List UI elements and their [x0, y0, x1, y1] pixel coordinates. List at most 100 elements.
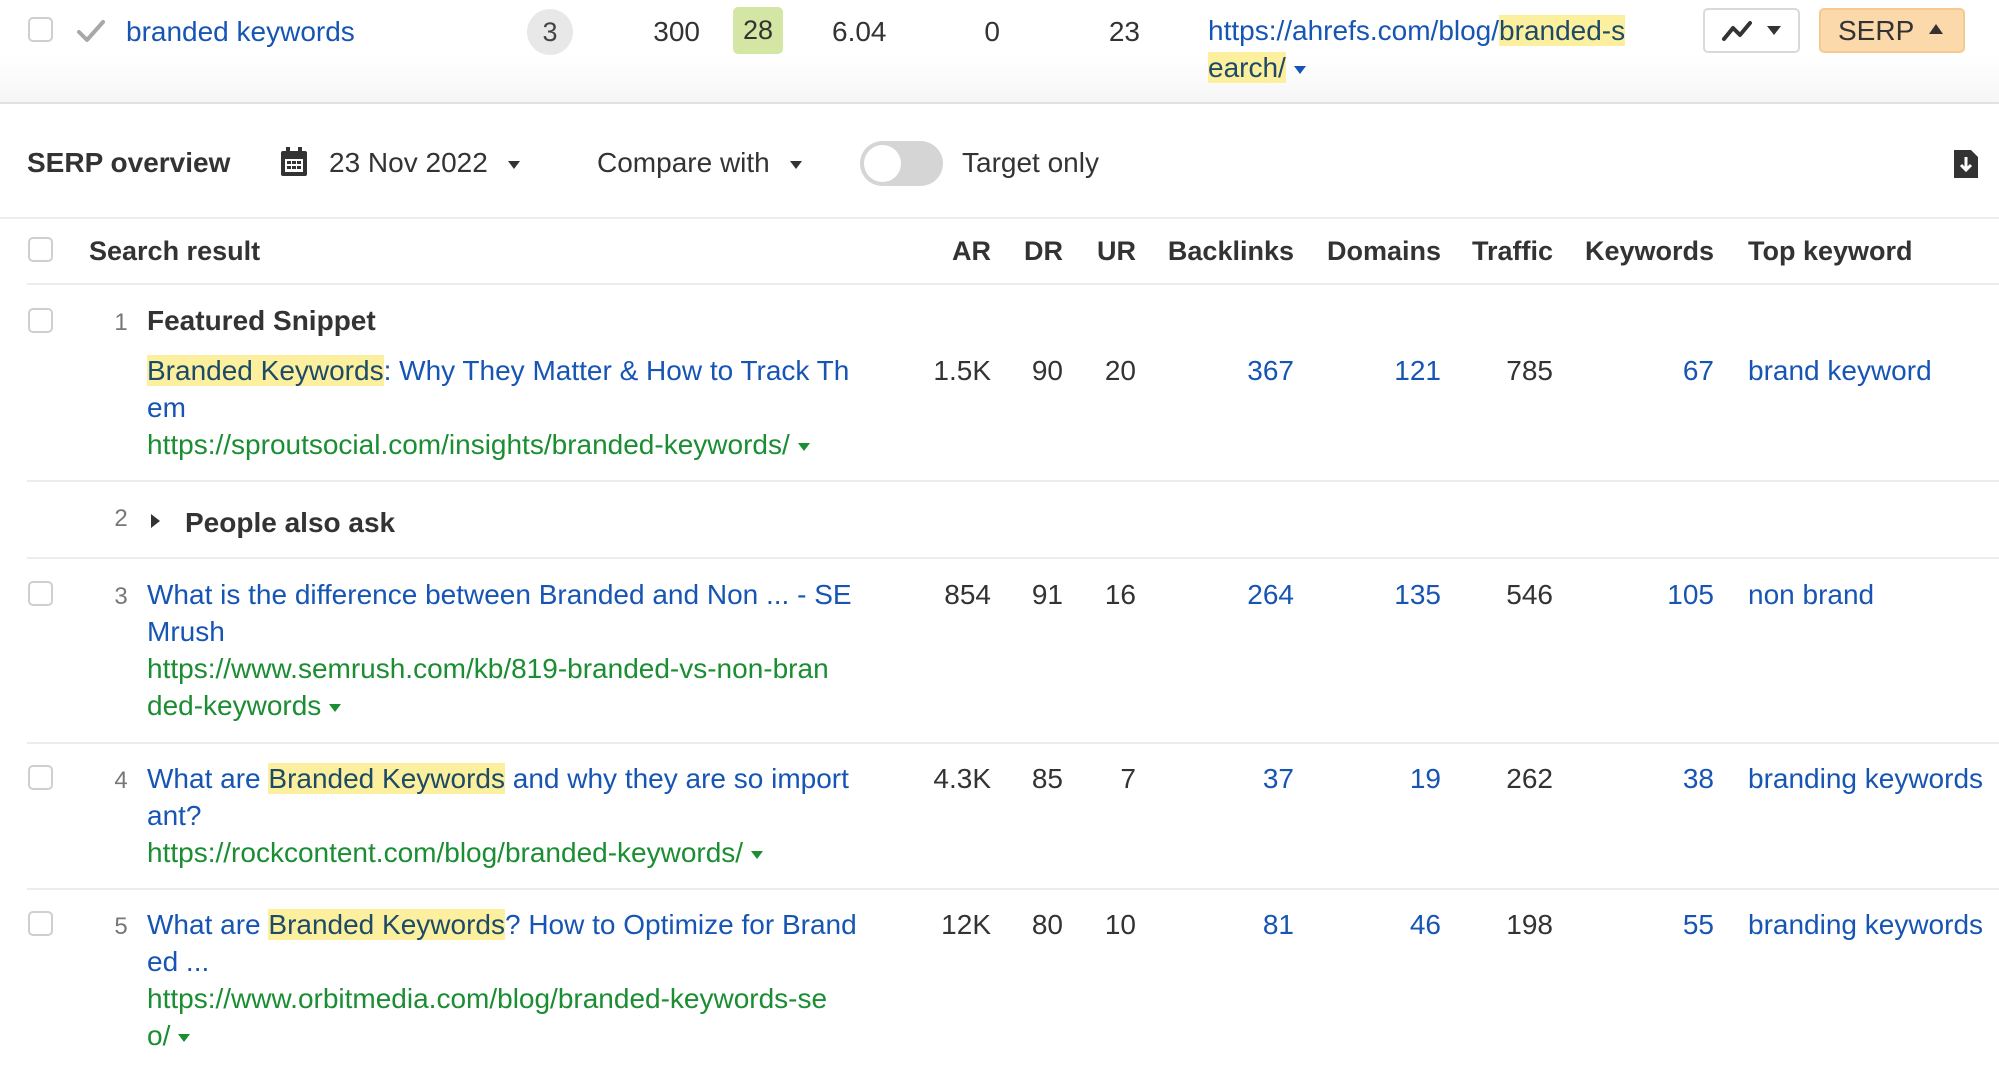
table-row: 5 What are Branded Keywords? How to Opti…: [27, 890, 1999, 1066]
select-all-checkbox[interactable]: [28, 237, 53, 262]
title-highlight: Branded Keywords: [147, 355, 384, 386]
kd-badge: 28: [733, 7, 783, 54]
ar-value: 854: [944, 579, 991, 610]
chevron-down-icon[interactable]: [1293, 65, 1306, 74]
row-checkbox[interactable]: [28, 765, 53, 790]
ur-value: 20: [1104, 355, 1136, 386]
title-text: What are: [147, 763, 269, 794]
backlinks-link[interactable]: 367: [1144, 352, 1294, 389]
target-only-toggle[interactable]: [860, 141, 943, 186]
result-url[interactable]: https://www.semrush.com/kb/819-branded-v…: [147, 653, 829, 721]
title-text: What are: [147, 909, 269, 940]
title-text: Mrush: [147, 616, 225, 647]
result-title[interactable]: What is the difference between Branded a…: [147, 576, 927, 724]
result-url[interactable]: https://rockcontent.com/blog/branded-key…: [147, 837, 743, 868]
rank-number: 5: [114, 913, 128, 940]
result-title[interactable]: Branded Keywords: Why They Matter & How …: [147, 352, 927, 463]
ar-value: 1.5K: [933, 355, 991, 386]
traffic-value: 785: [1506, 355, 1553, 386]
result-url[interactable]: https://sproutsocial.com/insights/brande…: [147, 429, 790, 460]
column-dr[interactable]: DR: [1003, 233, 1063, 269]
result-url[interactable]: https://www.orbitmedia.com/blog/branded-…: [147, 983, 827, 1051]
ar-value: 4.3K: [933, 763, 991, 794]
target-only-label: Target only: [962, 147, 1099, 178]
volume-value: 300: [653, 16, 700, 47]
result-title[interactable]: What are Branded Keywords and why they a…: [147, 760, 927, 871]
trend-line-icon: [1722, 21, 1752, 41]
chart-dropdown-button[interactable]: [1703, 8, 1800, 53]
date-value: 23 Nov 2022: [329, 147, 488, 178]
top-keyword-link[interactable]: non brand: [1748, 576, 1874, 613]
column-search-result[interactable]: Search result: [89, 233, 260, 269]
table-header: Search result AR DR UR Backlinks Domains…: [27, 219, 1999, 285]
keyword-link[interactable]: branded keywords: [126, 13, 355, 50]
keyword-row: branded keywords 3 300 28 6.04 0 23 http…: [0, 0, 1999, 104]
chevron-down-icon[interactable]: [329, 703, 342, 712]
title-highlight: Branded Keywords: [268, 909, 505, 940]
keywords-link[interactable]: 105: [1564, 576, 1714, 613]
date-selector[interactable]: 23 Nov 2022: [329, 145, 520, 181]
chevron-down-icon[interactable]: [751, 850, 764, 859]
serp-toggle-button[interactable]: SERP: [1819, 8, 1965, 53]
chevron-down-icon[interactable]: [797, 442, 810, 451]
expand-arrow-icon[interactable]: [151, 514, 160, 528]
dr-value: 80: [1031, 909, 1063, 940]
caret-down-icon: [1767, 26, 1781, 35]
backlinks-link[interactable]: 37: [1144, 760, 1294, 797]
serp-button-label: SERP: [1838, 15, 1915, 46]
column-backlinks[interactable]: Backlinks: [1144, 233, 1294, 269]
traffic-value: 262: [1506, 763, 1553, 794]
serp-features-badge[interactable]: 3: [527, 9, 573, 55]
keywords-link[interactable]: 38: [1564, 760, 1714, 797]
traffic-value: 546: [1506, 579, 1553, 610]
title-text: ? How to Optimize for Brand: [504, 909, 857, 940]
export-icon[interactable]: [1953, 149, 1979, 179]
column-traffic[interactable]: Traffic: [1403, 233, 1553, 269]
column-top-keyword[interactable]: Top keyword: [1748, 233, 1913, 269]
top-keyword-link[interactable]: branding keywords: [1748, 906, 1983, 943]
serp-feature-label[interactable]: People also ask: [185, 504, 395, 541]
caret-down-icon: [789, 160, 802, 169]
table-row: 3 What is the difference between Branded…: [27, 559, 1999, 744]
ur-value: 7: [1120, 763, 1136, 794]
compare-with-dropdown[interactable]: Compare with: [597, 145, 802, 181]
keyword-checkbox[interactable]: [28, 17, 53, 42]
backlinks-link[interactable]: 81: [1144, 906, 1294, 943]
row-checkbox[interactable]: [28, 911, 53, 936]
traffic-value: 198: [1506, 909, 1553, 940]
title-highlight: Branded Keywords: [268, 763, 505, 794]
calendar-icon: [281, 147, 307, 176]
serp-toolbar: SERP overview 23 Nov 2022 Compare with T…: [0, 105, 1999, 219]
cpc-value: 6.04: [832, 16, 887, 47]
top-keyword-link[interactable]: branding keywords: [1748, 760, 1983, 797]
dr-value: 85: [1031, 763, 1063, 794]
result-title[interactable]: What are Branded Keywords? How to Optimi…: [147, 906, 927, 1054]
column-ar[interactable]: AR: [931, 233, 991, 269]
parent-topic-url[interactable]: https://ahrefs.com/blog/branded-s earch/: [1208, 12, 1678, 86]
ur-value: 16: [1104, 579, 1136, 610]
rank-number: 4: [114, 767, 128, 794]
caret-up-icon: [1929, 24, 1943, 34]
row-checkbox[interactable]: [28, 581, 53, 606]
chevron-down-icon[interactable]: [178, 1033, 191, 1042]
clicks-value: 0: [984, 16, 1000, 47]
keywords-link[interactable]: 55: [1564, 906, 1714, 943]
keywords-link[interactable]: 67: [1564, 352, 1714, 389]
check-icon: [77, 20, 105, 42]
title-text: What is the difference between Branded a…: [147, 579, 852, 610]
table-row: 4 What are Branded Keywords and why they…: [27, 744, 1999, 890]
caret-down-icon: [507, 160, 520, 169]
column-keywords[interactable]: Keywords: [1564, 233, 1714, 269]
dr-value: 91: [1031, 579, 1063, 610]
rank-number: 3: [114, 583, 128, 610]
rank-number: 1: [114, 309, 128, 336]
backlinks-link[interactable]: 264: [1144, 576, 1294, 613]
title-text: em: [147, 392, 186, 423]
serp-feature-label: Featured Snippet: [147, 305, 376, 336]
toggle-knob: [864, 145, 901, 182]
table-row: 2 People also ask: [27, 482, 1999, 559]
url-highlight: branded-s: [1499, 15, 1626, 46]
top-keyword-link[interactable]: brand keyword: [1748, 352, 1932, 389]
column-ur[interactable]: UR: [1076, 233, 1136, 269]
row-checkbox[interactable]: [28, 308, 53, 333]
